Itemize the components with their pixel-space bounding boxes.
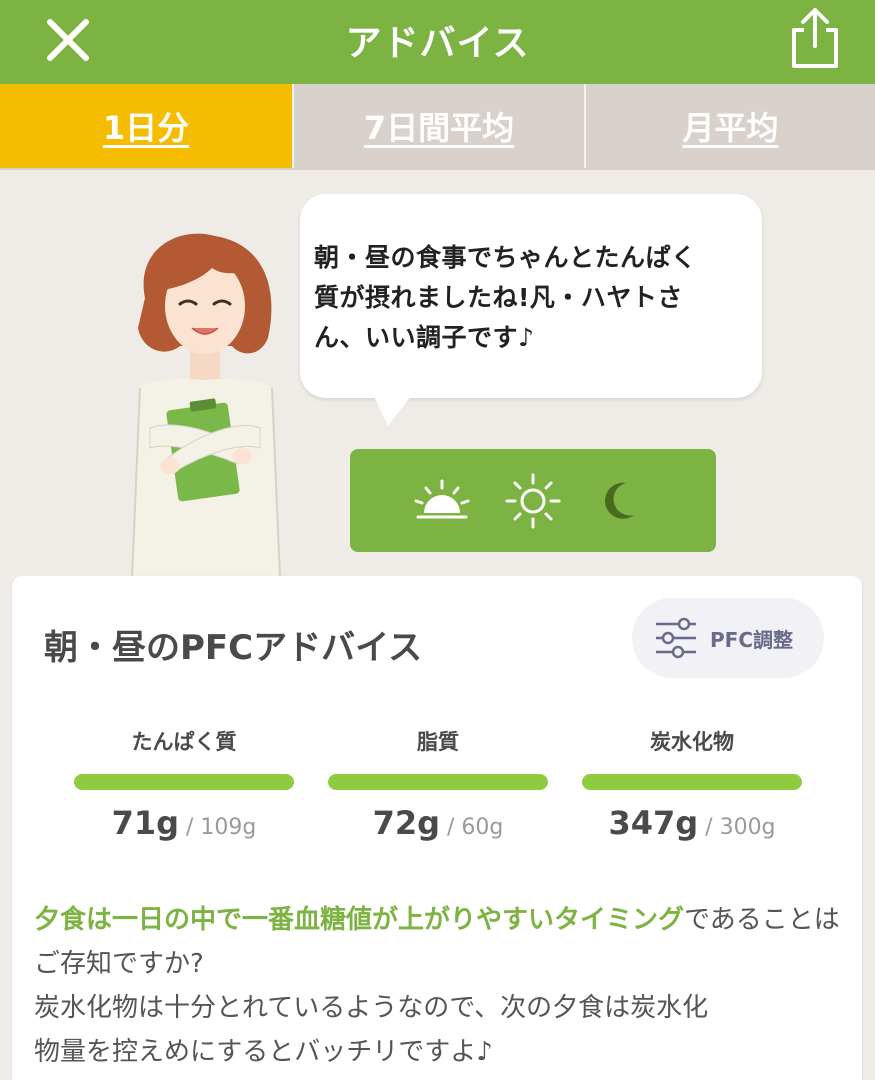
nutrient-protein: たんぱく質 71g / 109g (74, 726, 294, 842)
nutrient-value: 72g (372, 804, 441, 842)
page-title: アドバイス (345, 23, 530, 64)
advisor-message-line: 朝・昼の食事でちゃんとたんぱく (314, 243, 697, 272)
progress-fill (582, 774, 802, 790)
nutrient-value: 71g (111, 804, 180, 842)
speech-bubble-tail (372, 392, 414, 426)
nutrient-name: 脂質 (417, 730, 459, 754)
advisor-message-line: ん、いい調子です♪ (314, 323, 535, 352)
advice-highlight: 夕食は一日の中で一番血糖値が上がりやすいタイミング (34, 905, 685, 935)
advice-text: 夕食は一日の中で一番血糖値が上がりやすいタイミングであることはご存知ですか? 炭… (34, 898, 844, 1074)
progress-fill (328, 774, 548, 790)
card-title: 朝・昼のPFCアドバイス (44, 628, 423, 668)
pfc-adjust-label: PFC調整 (710, 628, 793, 652)
nutrient-value: 347g (608, 804, 699, 842)
nutrient-target: / 300g (698, 815, 776, 840)
nutrient-name: たんぱく質 (131, 730, 237, 754)
tab-monthly-average[interactable]: 月平均 (584, 84, 875, 168)
pfc-adjust-button[interactable]: PFC調整 (632, 598, 824, 678)
tab-7day-average[interactable]: 7日間平均 (292, 84, 584, 168)
progress-bar (582, 774, 802, 790)
sliders-icon (656, 617, 696, 659)
speech-bubble: 朝・昼の食事でちゃんとたんぱく 質が摂れましたね!凡・ハヤトさ ん、いい調子です… (300, 194, 762, 398)
nutrient-fat: 脂質 72g / 60g (328, 726, 548, 842)
advice-text-line: 炭水化物は十分とれているようなので、次の夕食は炭水化 (34, 993, 709, 1023)
progress-bar (328, 774, 548, 790)
progress-fill (74, 774, 294, 790)
advisor-message: 朝・昼の食事でちゃんとたんぱく 質が摂れましたね!凡・ハヤトさ ん、いい調子です… (314, 238, 748, 358)
moon-icon[interactable] (590, 471, 650, 531)
nutrient-name: 炭水化物 (650, 730, 734, 754)
advisor-message-line: 質が摂れましたね!凡・ハヤトさ (314, 283, 683, 312)
nutrient-target: / 109g (179, 815, 257, 840)
sunrise-icon[interactable] (412, 471, 472, 531)
pfc-advice-card: 朝・昼のPFCアドバイス PFC調整 たんぱく質 71g / 109g 脂質 7… (12, 576, 862, 1080)
meal-time-selector (350, 449, 716, 552)
nutrient-carbohydrate: 炭水化物 347g / 300g (582, 726, 802, 842)
progress-bar (74, 774, 294, 790)
sun-icon[interactable] (503, 471, 563, 531)
app-header: アドバイス (0, 0, 875, 84)
share-icon[interactable] (785, 4, 845, 70)
advisor-avatar (131, 233, 281, 578)
tab-1day[interactable]: 1日分 (0, 84, 292, 168)
period-tabs: 1日分 7日間平均 月平均 (0, 84, 875, 170)
nutrient-target: / 60g (440, 815, 504, 840)
advice-text-line: 物量を控えめにするとバッチリですよ♪ (34, 1037, 493, 1067)
